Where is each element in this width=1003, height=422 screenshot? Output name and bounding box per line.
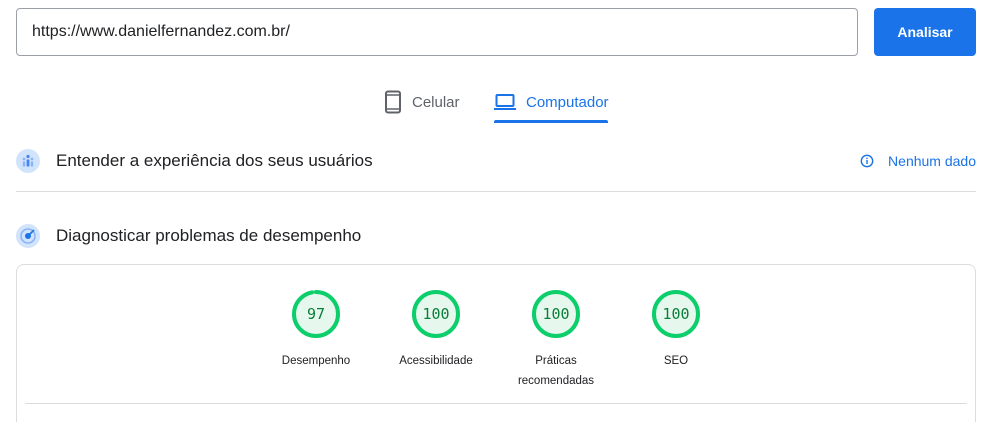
- score-gauge-accessibility[interactable]: 100 Acessibilidade: [376, 289, 496, 371]
- score-label: Acessibilidade: [399, 355, 473, 367]
- diagnostics-target-icon: [16, 224, 40, 248]
- laptop-icon: [494, 94, 516, 110]
- score-label: Práticas recomendadas: [517, 355, 595, 387]
- score-circle: 100: [651, 289, 701, 339]
- score-circle: 100: [411, 289, 461, 339]
- smartphone-icon: [385, 90, 401, 114]
- score-value: 100: [542, 305, 570, 323]
- url-bar: Analisar: [16, 8, 976, 56]
- tab-mobile-label: Celular: [412, 93, 460, 111]
- section-divider: [16, 191, 976, 192]
- field-data-header: Entender a experiência dos seus usuários…: [16, 145, 976, 177]
- analyze-button[interactable]: Analisar: [874, 8, 976, 56]
- score-value: 100: [662, 305, 690, 323]
- info-icon: [860, 154, 874, 168]
- lab-data-header: Diagnosticar problemas de desempenho: [16, 220, 976, 252]
- tab-desktop[interactable]: Computador: [494, 80, 609, 124]
- tab-mobile[interactable]: Celular: [384, 80, 460, 124]
- score-value: 100: [422, 305, 450, 323]
- score-circle: 97: [291, 289, 341, 339]
- url-input[interactable]: [16, 8, 858, 56]
- scores-card: 97 Desempenho 100 Acessibilidade 100 Prá…: [16, 264, 976, 422]
- score-label: SEO: [663, 355, 689, 367]
- score-circle: 100: [531, 289, 581, 339]
- tab-desktop-label: Computador: [526, 93, 609, 111]
- field-data-title: Entender a experiência dos seus usuários: [56, 151, 373, 170]
- lab-data-title: Diagnosticar problemas de desempenho: [56, 226, 362, 245]
- no-data-label: Nenhum dado: [888, 153, 976, 169]
- active-tab-indicator: [494, 120, 608, 123]
- card-divider: [25, 403, 967, 404]
- score-gauge-best-practices[interactable]: 100 Práticas recomendadas: [496, 289, 616, 391]
- no-data-link[interactable]: Nenhum dado: [860, 145, 976, 177]
- score-label: Desempenho: [281, 355, 351, 367]
- users-chart-icon: [16, 149, 40, 173]
- score-gauge-seo[interactable]: 100 SEO: [616, 289, 736, 371]
- score-gauge-performance[interactable]: 97 Desempenho: [256, 289, 376, 371]
- device-tabs: Celular Computador: [0, 80, 1003, 124]
- score-value: 97: [306, 305, 326, 323]
